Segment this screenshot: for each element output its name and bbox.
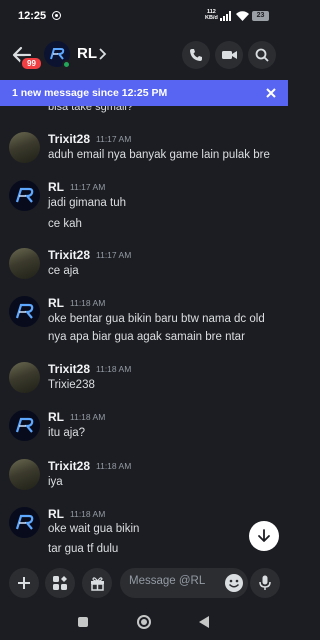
rl-logo-icon bbox=[15, 514, 34, 530]
avatar[interactable] bbox=[9, 248, 40, 279]
channel-name[interactable]: RL bbox=[77, 45, 97, 62]
plus-icon bbox=[18, 577, 30, 589]
online-status-dot bbox=[62, 60, 71, 69]
message-input-container[interactable] bbox=[120, 568, 248, 598]
microphone-icon bbox=[259, 575, 271, 590]
banner-text: 1 new message since 12:25 PM bbox=[12, 87, 168, 99]
avatar[interactable] bbox=[9, 180, 40, 211]
apps-icon bbox=[53, 576, 67, 590]
message-author[interactable]: Trixit28 bbox=[48, 459, 90, 473]
network-speed: 112 KB/d bbox=[205, 9, 218, 21]
message-text: oke wait gua bikin bbox=[48, 523, 140, 535]
message-list[interactable]: bisa take sgmail? Trixit28 11:17 AM aduh… bbox=[0, 106, 288, 560]
message-timestamp: 11:17 AM bbox=[70, 182, 106, 192]
emoji-icon[interactable] bbox=[224, 573, 244, 593]
arrow-down-icon bbox=[258, 529, 270, 542]
apps-button[interactable] bbox=[45, 568, 75, 598]
close-icon[interactable] bbox=[264, 86, 278, 100]
status-time: 12:25 bbox=[18, 10, 47, 22]
dnd-icon bbox=[52, 11, 61, 20]
avatar[interactable] bbox=[9, 410, 40, 441]
video-camera-icon bbox=[221, 51, 237, 59]
gift-button[interactable] bbox=[82, 568, 112, 598]
message-author[interactable]: Trixit28 bbox=[48, 248, 90, 262]
message-timestamp: 11:18 AM bbox=[70, 298, 106, 308]
jump-to-bottom-button[interactable] bbox=[249, 521, 279, 551]
message-text: ce aja bbox=[48, 265, 79, 277]
message-timestamp: 11:17 AM bbox=[96, 250, 132, 260]
message-text: iya bbox=[48, 476, 63, 488]
signal-icon bbox=[220, 11, 231, 21]
message-text: aduh email nya banyak game lain pulak br… bbox=[48, 149, 270, 161]
recent-apps-button[interactable] bbox=[78, 617, 88, 627]
avatar[interactable] bbox=[9, 362, 40, 393]
top-bar: 99 RL bbox=[0, 34, 288, 76]
message-text: itu aja? bbox=[48, 427, 86, 439]
message-timestamp: 11:18 AM bbox=[96, 461, 132, 471]
unread-badge: 99 bbox=[20, 56, 43, 71]
message-timestamp: 11:18 AM bbox=[70, 412, 106, 422]
message-text: ce kah bbox=[48, 218, 82, 230]
partial-message-text: bisa take sgmail? bbox=[48, 106, 133, 113]
avatar[interactable] bbox=[9, 459, 40, 490]
avatar[interactable] bbox=[9, 296, 40, 327]
message-text: nya apa biar gua agak samain bre ntar bbox=[48, 331, 245, 343]
video-call-button[interactable] bbox=[215, 41, 243, 69]
home-button[interactable] bbox=[137, 615, 151, 629]
wifi-icon bbox=[236, 11, 249, 21]
message-author[interactable]: RL bbox=[48, 180, 64, 194]
message-author[interactable]: RL bbox=[48, 507, 64, 521]
rl-logo-icon bbox=[15, 417, 34, 433]
new-message-banner[interactable]: 1 new message since 12:25 PM bbox=[0, 80, 288, 106]
message-author[interactable]: RL bbox=[48, 296, 64, 310]
status-bar: 12:25 112 KB/d 23 bbox=[0, 0, 288, 34]
search-button[interactable] bbox=[248, 41, 276, 69]
message-author[interactable]: Trixit28 bbox=[48, 132, 90, 146]
voice-call-button[interactable] bbox=[182, 41, 210, 69]
voice-message-button[interactable] bbox=[250, 568, 280, 598]
message-author[interactable]: RL bbox=[48, 410, 64, 424]
attach-button[interactable] bbox=[9, 568, 39, 598]
message-text: Trixie238 bbox=[48, 379, 95, 391]
gift-icon bbox=[90, 576, 104, 591]
message-text: tar gua tf dulu bbox=[48, 543, 119, 555]
message-timestamp: 11:18 AM bbox=[70, 509, 106, 519]
avatar[interactable] bbox=[9, 132, 40, 163]
network-speed-unit: KB/d bbox=[205, 15, 218, 21]
avatar[interactable] bbox=[9, 507, 40, 538]
message-text: oke bentar gua bikin baru btw nama dc ol… bbox=[48, 313, 265, 325]
rl-logo-icon bbox=[15, 303, 34, 319]
rl-logo-icon bbox=[15, 187, 34, 203]
battery-level: 23 bbox=[256, 12, 265, 19]
message-text: jadi gimana tuh bbox=[48, 197, 126, 209]
message-composer bbox=[0, 562, 288, 604]
message-timestamp: 11:17 AM bbox=[96, 134, 132, 144]
search-icon bbox=[255, 48, 269, 62]
chevron-right-icon[interactable] bbox=[97, 47, 107, 61]
message-input[interactable] bbox=[129, 575, 219, 587]
system-nav-bar bbox=[0, 604, 288, 640]
system-back-button[interactable] bbox=[199, 616, 209, 628]
message-author[interactable]: Trixit28 bbox=[48, 362, 90, 376]
phone-icon bbox=[190, 49, 202, 61]
battery-icon: 23 bbox=[252, 11, 269, 21]
message-timestamp: 11:18 AM bbox=[96, 364, 132, 374]
